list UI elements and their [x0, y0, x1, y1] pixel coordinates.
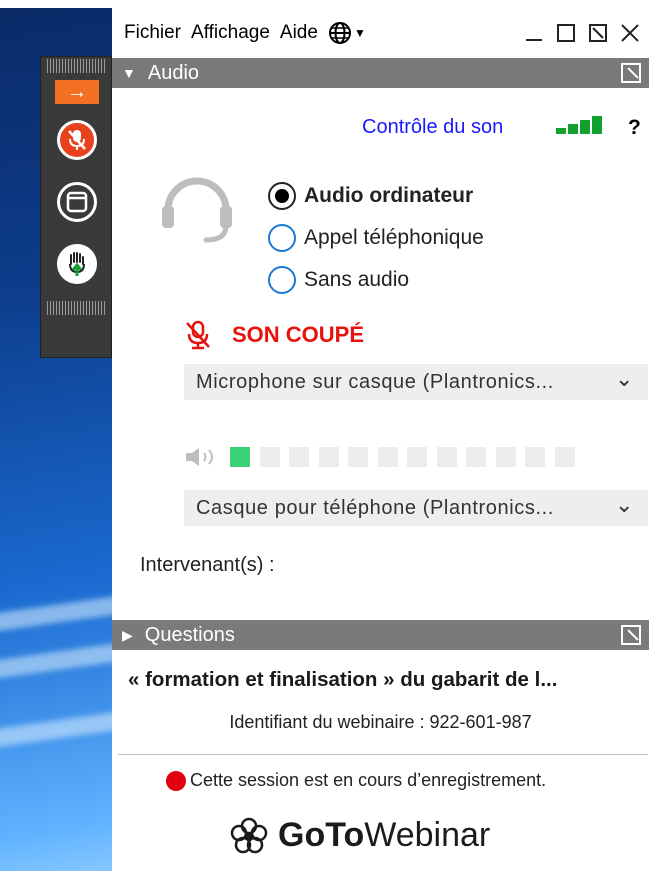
- level-segment: [289, 447, 309, 467]
- window-controls: [523, 22, 641, 44]
- gotowebinar-flower-icon: [230, 817, 268, 853]
- language-menu[interactable]: ▼: [328, 21, 366, 45]
- option-label: Appel téléphonique: [304, 226, 484, 249]
- recording-status: Cette session est en cours d’enregistrem…: [166, 770, 546, 791]
- recording-text: Cette session est en cours d’enregistrem…: [190, 770, 547, 790]
- sound-check-link[interactable]: Contrôle du son: [362, 116, 503, 139]
- radio-button[interactable]: [268, 224, 296, 252]
- level-segment: [466, 447, 486, 467]
- level-segment: [230, 447, 250, 467]
- recording-dot-icon: [166, 770, 186, 791]
- panel-popout-icon[interactable]: [621, 63, 641, 83]
- audio-panel-header[interactable]: ▼ Audio: [112, 58, 649, 88]
- screen-top-edge: [0, 0, 659, 8]
- show-screen-button[interactable]: [41, 171, 113, 233]
- level-segment: [377, 447, 398, 467]
- restore-icon[interactable]: [555, 22, 577, 44]
- level-segment: [554, 447, 575, 467]
- option-phone-call[interactable]: Appel téléphonique: [268, 224, 484, 252]
- level-segment: [436, 447, 457, 467]
- collapse-panel-button[interactable]: →: [41, 75, 113, 109]
- arrow-right-icon: →: [55, 80, 99, 104]
- microphone-value: Microphone sur casque (Plantronics...: [196, 370, 554, 393]
- menu-view[interactable]: Affichage: [191, 22, 270, 44]
- questions-panel-title: Questions: [144, 623, 235, 646]
- grip-handle[interactable]: [47, 301, 105, 315]
- raise-hand-button[interactable]: [41, 233, 113, 295]
- collapsed-triangle-icon: ▶: [122, 626, 133, 643]
- audio-panel: Contrôle du son ? Audio ordinateur Appel…: [112, 88, 649, 618]
- option-label: Audio ordinateur: [304, 184, 474, 207]
- headset-icon: [162, 177, 232, 243]
- webinar-title: « formation et finalisation » du gabarit…: [128, 668, 558, 691]
- level-segment: [348, 447, 368, 467]
- brand-name-light: Webinar: [364, 816, 491, 854]
- menu-file[interactable]: Fichier: [124, 22, 181, 44]
- gotowebinar-logo: GoTo Webinar: [230, 816, 490, 855]
- divider: [118, 754, 648, 755]
- menu-help[interactable]: Aide: [280, 22, 318, 44]
- speakers-value: Casque pour téléphone (Plantronics...: [196, 496, 554, 519]
- microphone-select[interactable]: Microphone sur casque (Plantronics... ⌄: [184, 364, 648, 400]
- microphone-muted-icon: [186, 320, 210, 350]
- level-segment: [259, 447, 280, 467]
- minimize-icon[interactable]: [523, 22, 545, 44]
- grab-tab[interactable]: →: [40, 56, 112, 358]
- screen-icon: [57, 182, 97, 222]
- questions-panel-header[interactable]: ▶ Questions: [112, 620, 649, 650]
- speaker-level-meter: [184, 446, 584, 468]
- radio-button[interactable]: [268, 182, 296, 210]
- screen-right-edge: [649, 0, 659, 871]
- mute-status[interactable]: SON COUPÉ: [184, 320, 364, 350]
- grip-handle[interactable]: [47, 59, 105, 73]
- brand-name-bold: GoTo: [278, 816, 365, 854]
- option-label: Sans audio: [304, 268, 410, 291]
- level-segment: [525, 447, 545, 467]
- mute-toggle-button[interactable]: [41, 109, 113, 171]
- speakers-select[interactable]: Casque pour téléphone (Plantronics... ⌄: [184, 490, 648, 526]
- expand-triangle-icon: ▼: [122, 65, 136, 81]
- speaker-icon: [186, 448, 213, 466]
- signal-strength-icon: [556, 116, 602, 134]
- close-icon[interactable]: [619, 22, 641, 44]
- level-segment: [318, 447, 339, 467]
- option-no-audio[interactable]: Sans audio: [268, 266, 409, 294]
- globe-icon: [328, 22, 351, 44]
- panel-popout-icon[interactable]: [621, 625, 641, 645]
- chevron-down-icon: ⌄: [614, 492, 634, 517]
- radio-button[interactable]: [268, 266, 296, 294]
- control-panel-window: Fichier Affichage Aide ▼ ▼ Audio Contrôl…: [112, 8, 649, 871]
- chevron-down-icon: ▼: [353, 26, 366, 40]
- muted-label: SON COUPÉ: [232, 322, 365, 347]
- talking-label: Intervenant(s) :: [140, 554, 275, 576]
- option-computer-audio[interactable]: Audio ordinateur: [268, 182, 473, 210]
- help-button[interactable]: ?: [628, 116, 641, 140]
- raise-hand-icon: [57, 244, 97, 284]
- audio-panel-title: Audio: [147, 61, 200, 84]
- popout-icon[interactable]: [587, 22, 609, 44]
- chevron-down-icon: ⌄: [614, 366, 634, 391]
- level-segment: [495, 447, 516, 467]
- microphone-muted-icon: [57, 120, 97, 160]
- menu-bar: Fichier Affichage Aide ▼: [112, 8, 649, 58]
- level-segment: [407, 447, 427, 467]
- webinar-id: Identifiant du webinaire : 922-601-987: [229, 712, 532, 732]
